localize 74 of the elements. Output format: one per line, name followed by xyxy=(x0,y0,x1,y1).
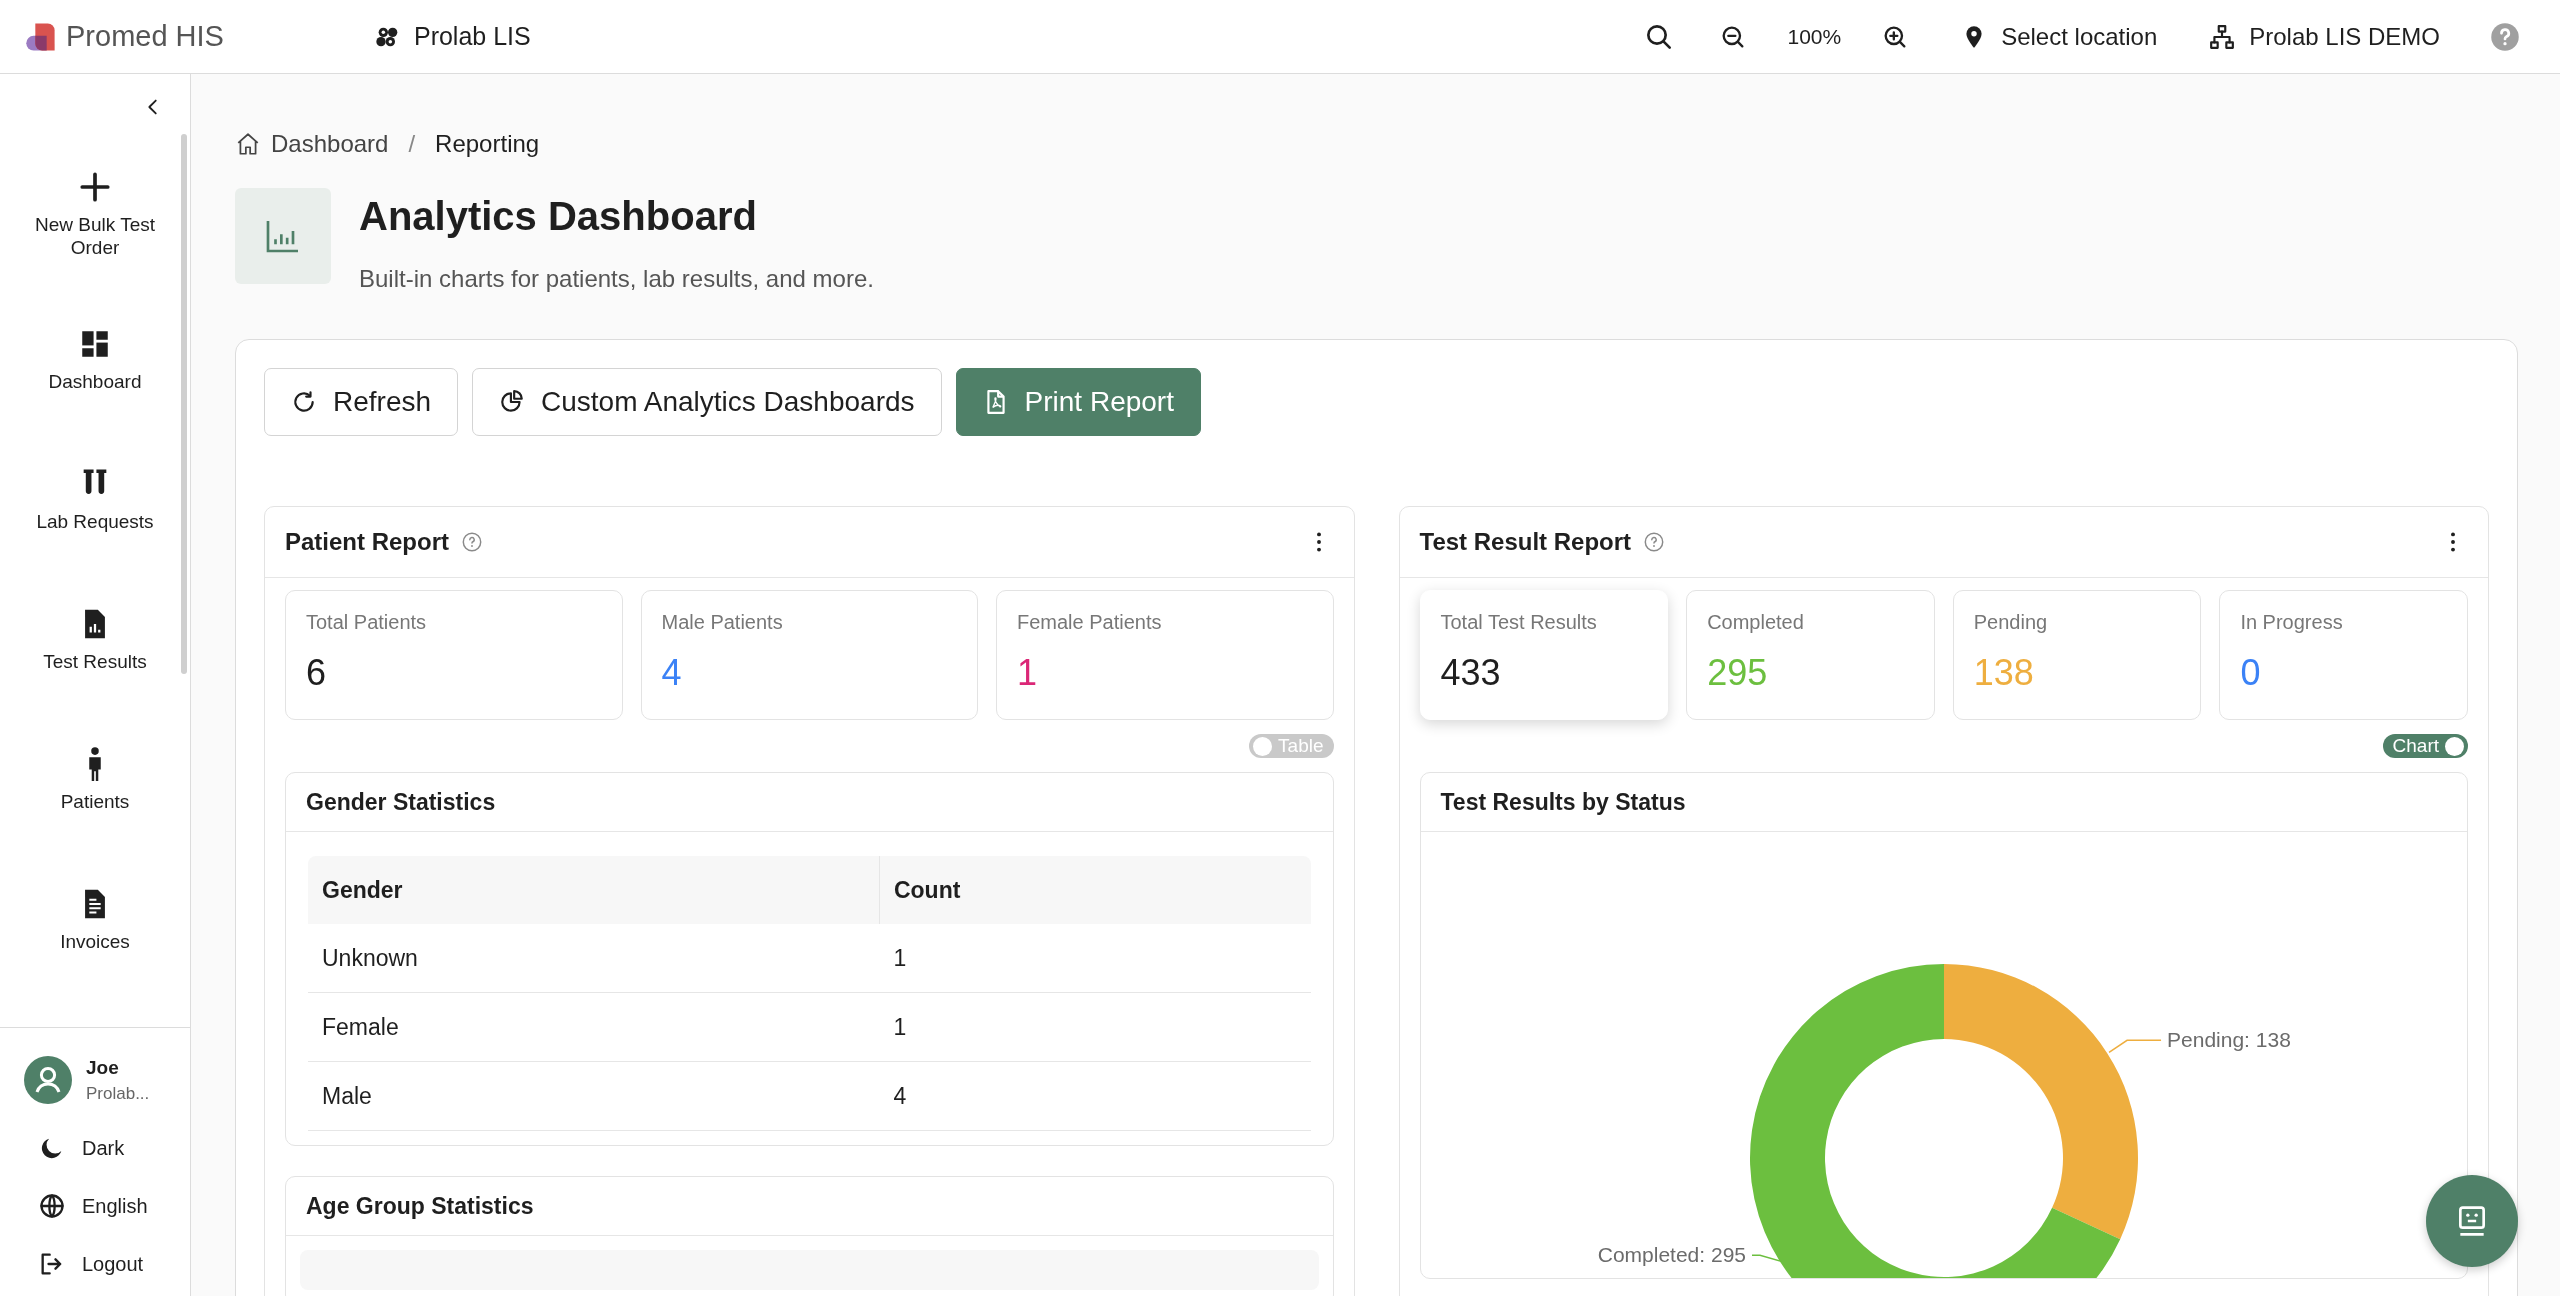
sidebar-action[interactable]: Logout xyxy=(0,1250,190,1278)
stat-label: Total Test Results xyxy=(1440,611,1598,634)
stat-value: 4 xyxy=(661,652,683,694)
leader-line xyxy=(1751,1254,1782,1262)
stat-label: Pending xyxy=(1973,611,2049,634)
help-icon[interactable] xyxy=(461,531,483,553)
action-button[interactable]: Print Report xyxy=(955,368,1201,436)
stat-label: In Progress xyxy=(2240,611,2344,634)
person-icon xyxy=(88,746,102,781)
stat-label: Male Patients xyxy=(661,611,784,634)
breadcrumb-link[interactable]: Dashboard xyxy=(271,130,389,158)
table-cell: Male xyxy=(308,1061,880,1131)
organization-selector[interactable]: Prolab LIS DEMO xyxy=(2209,22,2440,51)
sidebar-item[interactable]: Lab Requests xyxy=(0,430,190,570)
stat-value: 1 xyxy=(1017,652,1039,694)
globe-icon xyxy=(38,1192,66,1220)
stat-value: 0 xyxy=(2240,652,2262,694)
sidebar-item[interactable]: Test Results xyxy=(0,570,190,710)
sidebar-action[interactable]: English xyxy=(0,1192,190,1220)
stat-card[interactable]: Completed 295 xyxy=(1686,590,1935,720)
stat-card[interactable]: Total Test Results 433 xyxy=(1419,590,1669,720)
zoom-level: 100% xyxy=(1787,24,1842,49)
table-cell: Female xyxy=(308,992,880,1062)
brand-name: Promed HIS xyxy=(66,20,224,53)
stat-value: 433 xyxy=(1440,652,1502,694)
page-subtitle: Built-in charts for patients, lab results, and more. xyxy=(359,265,874,293)
user-organization: Prolab... xyxy=(86,1083,150,1104)
stat-label: Total Patients xyxy=(306,611,428,634)
help-icon[interactable] xyxy=(2490,21,2520,52)
stat-label: Female Patients xyxy=(1017,611,1163,634)
action-button[interactable]: Custom Analytics Dashboards xyxy=(472,368,942,436)
sidebar-item[interactable]: Patients xyxy=(0,710,190,850)
page-title: Analytics Dashboard xyxy=(359,194,758,239)
stat-value: 295 xyxy=(1707,652,1769,694)
stat-card[interactable]: In Progress 0 xyxy=(2219,590,2468,720)
table-cell: Unknown xyxy=(308,924,880,993)
table-cell: 4 xyxy=(879,1061,1311,1131)
stat-card[interactable]: Pending 138 xyxy=(1952,590,2202,720)
stat-card[interactable]: Male Patients 4 xyxy=(640,590,978,720)
sidebar-action[interactable]: Dark xyxy=(0,1134,190,1162)
chart-title: Test Results by Status xyxy=(1440,788,1686,816)
stat-value: 138 xyxy=(1973,652,2035,694)
data-label: Pending: 138 xyxy=(2166,1028,2291,1052)
sidebar-item[interactable]: Dashboard xyxy=(0,290,190,430)
home-icon xyxy=(235,131,261,157)
action-button[interactable]: Refresh xyxy=(264,368,459,436)
stat-label: Completed xyxy=(1707,611,1805,634)
view-toggle[interactable]: Chart xyxy=(2382,734,2468,758)
section-title: Age Group Statistics xyxy=(306,1192,534,1220)
panel-title: Patient Report xyxy=(285,528,449,556)
table-cell: 1 xyxy=(879,992,1311,1062)
section-title: Gender Statistics xyxy=(306,788,496,816)
table-cell: 1 xyxy=(879,924,1311,993)
sidebar-item[interactable]: New Bulk Test Order xyxy=(0,140,190,290)
stat-card[interactable]: Total Patients 6 xyxy=(285,590,623,720)
scroll-bar[interactable] xyxy=(181,134,187,674)
refresh-icon xyxy=(291,389,317,415)
column-header: Count xyxy=(879,856,1311,924)
pie-chart-icon xyxy=(499,389,526,415)
stat-card[interactable]: Female Patients 1 xyxy=(996,590,1334,720)
user-name: Joe xyxy=(86,1056,120,1079)
location-selector[interactable]: Select location xyxy=(1961,22,2158,51)
panel-title: Test Result Report xyxy=(1419,528,1632,556)
column-header: Gender xyxy=(308,856,880,924)
breadcrumb-separator: / xyxy=(408,130,416,158)
leader-line xyxy=(2108,1039,2162,1054)
app-name: Prolab LIS xyxy=(413,22,531,51)
data-label: Completed: 295 xyxy=(1597,1243,1746,1267)
sidebar-item[interactable]: Invoices xyxy=(0,850,190,990)
breadcrumb-current: Reporting xyxy=(435,130,540,158)
avatar-icon xyxy=(24,1056,72,1104)
hierarchy-icon xyxy=(2209,23,2236,50)
help-icon[interactable] xyxy=(1643,531,1666,553)
stat-value: 6 xyxy=(306,652,328,694)
